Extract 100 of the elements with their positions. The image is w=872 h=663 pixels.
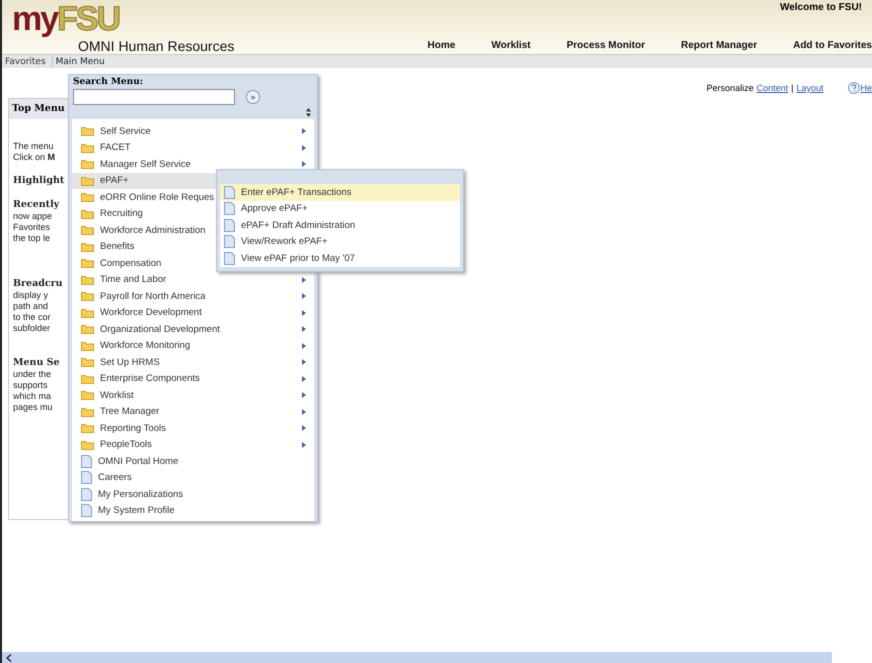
pagelet-title: Top Menu: [9, 99, 71, 119]
document-icon: [224, 218, 235, 232]
folder-icon: [81, 242, 94, 252]
menu-tab[interactable]: Favorites: [2, 56, 53, 66]
personalize-label: Personalize: [706, 83, 754, 93]
arrow-icon: [302, 293, 306, 300]
scrollbar[interactable]: [2, 652, 832, 663]
section-heading: Menu Se: [13, 356, 61, 369]
scroll-left-icon: [6, 654, 12, 662]
welcome-text: Welcome to FSU!: [780, 2, 863, 13]
menu-item[interactable]: View/Rework ePAF+: [220, 234, 460, 250]
help-text: to the cor: [13, 312, 52, 323]
folder-icon: [81, 374, 94, 384]
nav-link[interactable]: Home: [428, 40, 456, 51]
help-text: Favorites: [13, 222, 52, 233]
separator: |: [791, 83, 794, 93]
menu-tab[interactable]: Main Menu: [52, 56, 111, 66]
arrow-icon: [302, 359, 306, 366]
content-link[interactable]: Content: [756, 83, 788, 93]
menu-item[interactable]: PeopleTools: [72, 436, 314, 453]
menu-item[interactable]: My Personalizations: [72, 486, 314, 502]
document-icon: [224, 202, 235, 216]
arrow-icon: [302, 442, 306, 448]
nav-link[interactable]: Process Monitor: [566, 40, 645, 51]
menu-item[interactable]: Organizational Development: [72, 321, 314, 338]
document-icon: [224, 252, 235, 265]
app-title: OMNI Human Resources: [77, 38, 234, 54]
help-text: subfolder: [13, 323, 52, 334]
help-text: the top le: [13, 233, 52, 244]
folder-icon: [81, 423, 94, 434]
search-field[interactable]: [73, 89, 235, 105]
menu-item[interactable]: Careers: [72, 470, 314, 486]
folder-icon: [81, 274, 94, 285]
help-text: display y: [13, 290, 50, 301]
arrow-icon: [302, 144, 306, 151]
help-text: The menu: [13, 141, 55, 152]
menu-item[interactable]: Worklist: [72, 387, 314, 404]
folder-icon: [81, 176, 94, 186]
document-icon: [81, 471, 92, 484]
menu-item[interactable]: ePAF+ Draft Administration: [220, 217, 460, 234]
document-icon: [81, 504, 92, 518]
search-label: Search Menu:: [72, 76, 144, 89]
folder-icon: [81, 208, 94, 219]
arrow-icon: [302, 161, 306, 168]
help-text: now appe: [13, 211, 54, 222]
go-button[interactable]: »: [246, 90, 260, 104]
folder-icon: [81, 192, 94, 202]
help-text: under the: [13, 369, 52, 380]
menu-item[interactable]: Payroll for North America: [72, 288, 314, 304]
folder-icon: [81, 340, 94, 351]
folder-icon: [81, 357, 94, 368]
arrow-icon: [302, 128, 306, 134]
nav-link[interactable]: Report Manager: [680, 40, 758, 51]
folder-icon: [81, 440, 94, 450]
folder-icon: [81, 126, 94, 136]
menu-item[interactable]: Workforce Monitoring: [72, 338, 314, 354]
menu-item[interactable]: Self Service: [72, 123, 314, 140]
section-heading: Highlight: [13, 174, 66, 187]
menu-item[interactable]: Reporting Tools: [72, 420, 314, 436]
menu-item[interactable]: Set Up HRMS: [72, 354, 314, 370]
nav-link[interactable]: Add to Favorites: [793, 40, 872, 51]
menu-item[interactable]: Manager Self Service: [72, 156, 314, 172]
document-icon: [224, 186, 235, 199]
arrow-icon: [302, 276, 306, 283]
folder-icon: [81, 406, 94, 417]
help-text: path and: [13, 301, 50, 312]
folder-icon: [81, 291, 94, 302]
sort-icon: [306, 108, 311, 117]
section-heading: Recently: [13, 198, 60, 211]
menu-item[interactable]: OMNI Portal Home: [72, 453, 314, 470]
help-text: pages mu: [13, 402, 54, 413]
menu-item[interactable]: View ePAF prior to May '07: [220, 250, 460, 266]
menu-item[interactable]: Workforce Development: [72, 304, 314, 321]
arrow-icon: [302, 392, 306, 398]
arrow-icon: [302, 326, 306, 332]
menu-item[interactable]: FACET: [72, 140, 314, 156]
menu-item[interactable]: Tree Manager: [72, 404, 314, 420]
folder-icon: [81, 324, 94, 334]
document-icon: [224, 235, 235, 248]
help-text: supports: [13, 380, 49, 391]
folder-icon: [81, 225, 94, 236]
folder-icon: [81, 308, 94, 318]
logo: myFSU: [12, 0, 120, 38]
document-icon: [81, 454, 92, 468]
folder-icon: [81, 159, 94, 170]
help-text: which ma: [13, 391, 52, 402]
arrow-icon: [302, 342, 306, 349]
arrow-icon: [302, 310, 306, 316]
layout-link[interactable]: Layout: [796, 83, 824, 93]
menu-item[interactable]: Approve ePAF+: [220, 200, 460, 217]
arrow-icon: [302, 376, 306, 382]
menu-item[interactable]: My System Profile: [72, 502, 314, 519]
arrow-icon: [302, 425, 306, 432]
menu-item[interactable]: Time and Labor: [72, 272, 314, 288]
section-heading: Breadcru: [13, 277, 64, 290]
menu-item[interactable]: Enter ePAF+ Transactions: [220, 184, 460, 200]
nav-link[interactable]: Worklist: [491, 40, 531, 51]
menu-item[interactable]: Enterprise Components: [72, 370, 314, 387]
help-text: Click on M: [13, 152, 56, 163]
help-link[interactable]: He: [860, 83, 872, 93]
